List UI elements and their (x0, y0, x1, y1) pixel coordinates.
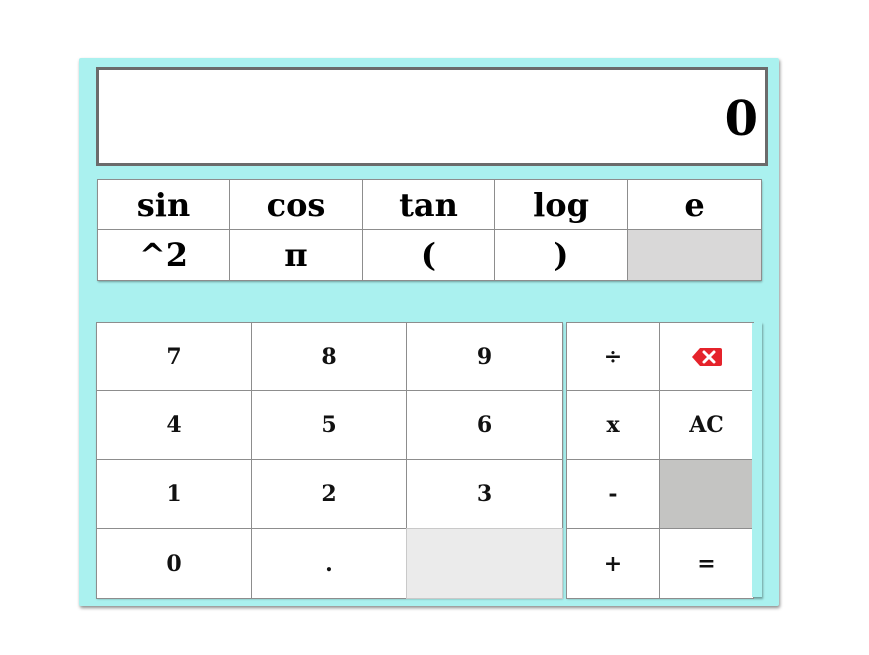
digit-6-button[interactable]: 6 (406, 390, 563, 460)
backspace-button[interactable] (659, 322, 754, 391)
cos-button[interactable]: cos (229, 179, 363, 230)
equals-button[interactable]: = (659, 528, 754, 599)
digit-9-button[interactable]: 9 (406, 322, 563, 391)
calculator-display: 0 (96, 67, 768, 166)
digit-8-button[interactable]: 8 (251, 322, 407, 391)
digit-3-button[interactable]: 3 (406, 459, 563, 529)
pi-button[interactable]: π (229, 229, 363, 281)
e-button[interactable]: e (627, 179, 762, 230)
plus-button[interactable]: + (566, 528, 660, 599)
digit-7-button[interactable]: 7 (96, 322, 252, 391)
open-paren-button[interactable]: ( (362, 229, 495, 281)
number-pad: 7 8 9 4 5 6 1 2 3 0 . (96, 322, 563, 599)
empty-key (406, 528, 563, 599)
digit-4-button[interactable]: 4 (96, 390, 252, 460)
digit-1-button[interactable]: 1 (96, 459, 252, 529)
tan-button[interactable]: tan (362, 179, 495, 230)
divide-button[interactable]: ÷ (566, 322, 660, 391)
digit-2-button[interactable]: 2 (251, 459, 407, 529)
multiply-button[interactable]: x (566, 390, 660, 460)
operator-pad-edge (752, 323, 762, 597)
scientific-keypad: sin cos tan log e ^2 π ( ) (97, 179, 762, 281)
empty-key (659, 459, 754, 529)
log-button[interactable]: log (494, 179, 628, 230)
square-button[interactable]: ^2 (97, 229, 230, 281)
empty-key (627, 229, 762, 281)
clear-button[interactable]: AC (659, 390, 754, 460)
close-paren-button[interactable]: ) (494, 229, 628, 281)
backspace-icon (691, 347, 723, 367)
decimal-point-button[interactable]: . (251, 528, 407, 599)
digit-0-button[interactable]: 0 (96, 528, 252, 599)
digit-5-button[interactable]: 5 (251, 390, 407, 460)
operator-pad: ÷ x AC - + = (566, 322, 754, 599)
sin-button[interactable]: sin (97, 179, 230, 230)
minus-button[interactable]: - (566, 459, 660, 529)
display-value: 0 (724, 90, 758, 147)
